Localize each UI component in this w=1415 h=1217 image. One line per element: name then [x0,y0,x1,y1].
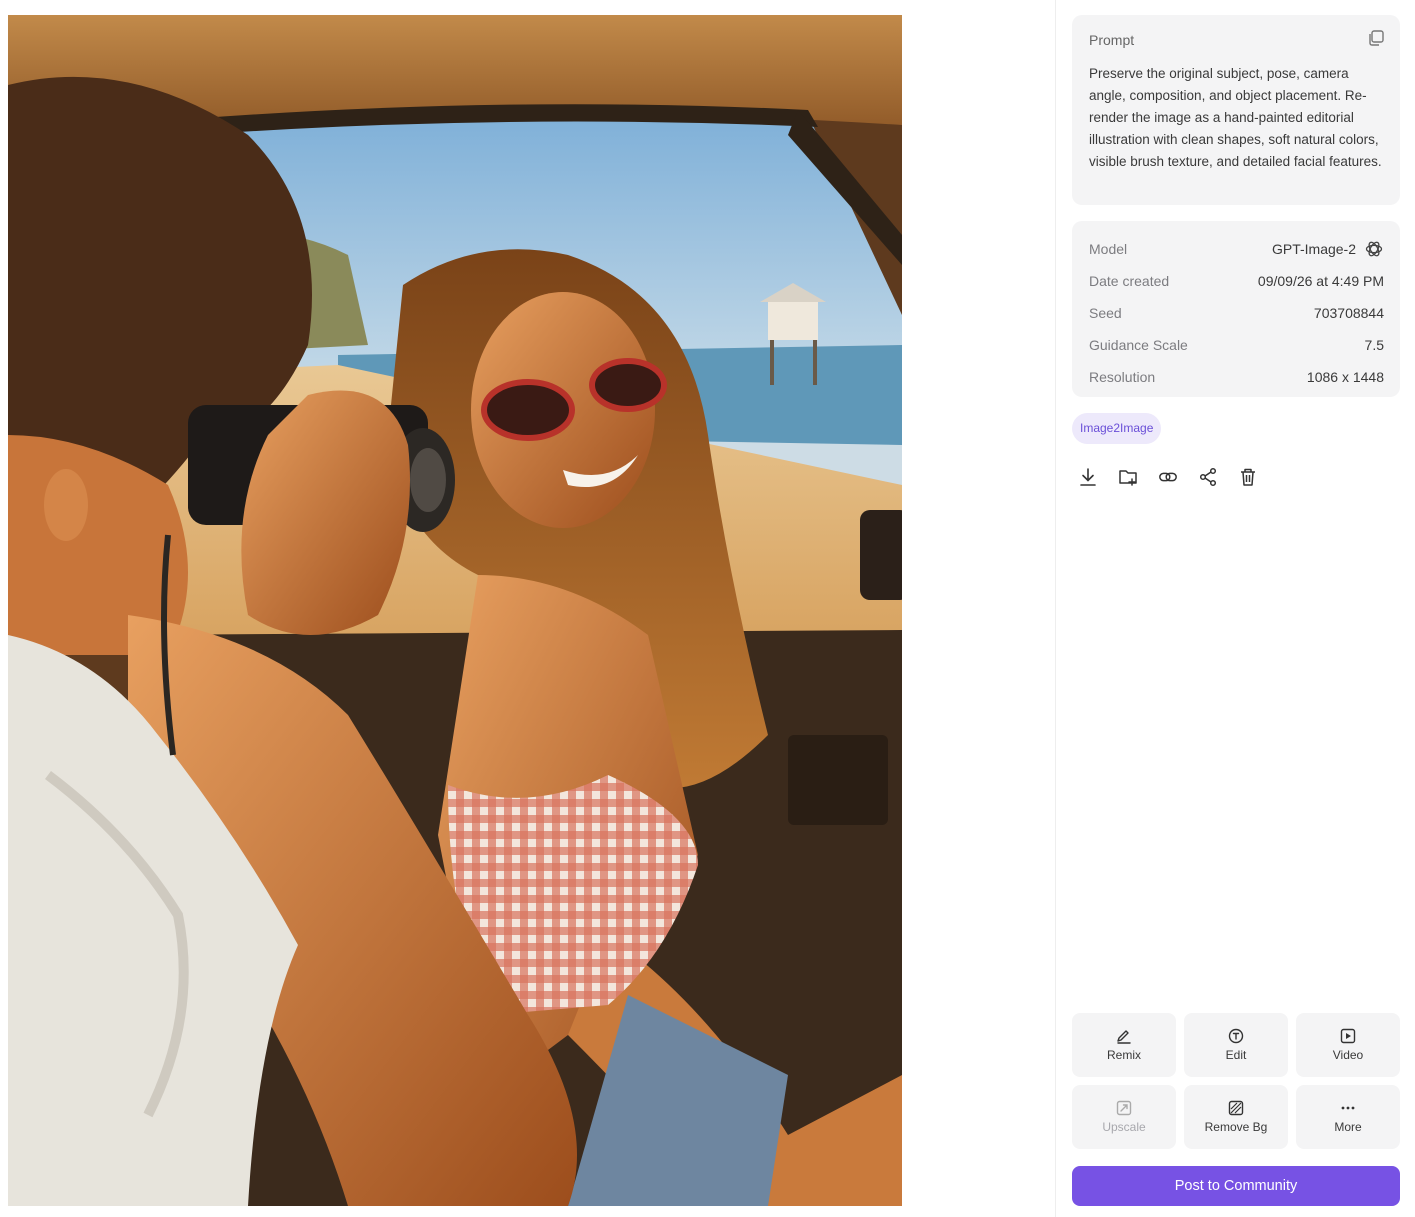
remove-bg-button[interactable]: Remove Bg [1184,1085,1288,1149]
tool-grid: Remix Edit Video Upscale Remove Bg More [1072,1013,1400,1149]
model-label: Model [1089,241,1128,257]
share-button[interactable] [1198,466,1218,488]
post-to-community-button[interactable]: Post to Community [1072,1166,1400,1206]
resolution-value: 1086 x 1448 [1306,369,1384,385]
add-to-folder-icon [1119,470,1137,486]
date-value: 09/09/26 at 4:49 PM [1257,273,1384,289]
remix-icon [1117,1030,1131,1044]
remix-label: Remix [1106,1048,1141,1062]
seed-value: 703708844 [1313,305,1384,321]
painting-illustration [8,15,902,1206]
remove-background-icon [1228,1100,1244,1116]
more-button[interactable]: More [1296,1085,1400,1149]
mode-tag: Image2Image [1072,413,1162,444]
copy-icon [1369,30,1384,46]
edit-label: Edit [1225,1048,1247,1062]
remix-button[interactable]: Remix [1072,1013,1176,1077]
prompt-title: Prompt [1089,32,1135,48]
prompt-card: Prompt Preserve the original subject, po… [1072,15,1400,205]
upscale-icon [1116,1100,1132,1116]
meta-row-date: Date created 09/09/26 at 4:49 PM [1089,265,1384,297]
video-button[interactable]: Video [1296,1013,1400,1077]
share-icon [1199,467,1217,487]
upscale-button[interactable]: Upscale [1072,1085,1176,1149]
date-label: Date created [1089,273,1170,289]
guidance-value: 7.5 [1364,337,1384,353]
link-icon [1159,472,1177,482]
model-value: GPT-Image-2 [1271,241,1356,257]
add-to-folder-button[interactable] [1118,466,1138,488]
download-button[interactable] [1078,466,1098,488]
more-label: More [1334,1120,1362,1134]
openai-logo-icon [1365,241,1383,257]
meta-row-seed: Seed 703708844 [1089,297,1384,329]
action-icon-bar [1078,466,1258,488]
video-label: Video [1332,1048,1364,1062]
download-icon [1080,468,1096,486]
guidance-label: Guidance Scale [1089,337,1188,353]
delete-button[interactable] [1238,466,1258,488]
more-dots-icon [1341,1106,1355,1110]
generated-image[interactable] [8,15,902,1206]
edit-text-icon [1228,1028,1244,1044]
details-panel: Prompt Preserve the original subject, po… [1055,0,1415,1217]
metadata-card: Model GPT-Image-2 Date created 09/09/26 … [1072,221,1400,397]
remove-bg-label: Remove Bg [1204,1120,1268,1134]
meta-row-model: Model GPT-Image-2 [1089,233,1384,265]
edit-button[interactable]: Edit [1184,1013,1288,1077]
meta-row-resolution: Resolution 1086 x 1448 [1089,361,1384,393]
model-value-group: GPT-Image-2 [1272,239,1384,259]
meta-row-guidance: Guidance Scale 7.5 [1089,329,1384,361]
copy-prompt-button[interactable] [1366,28,1386,48]
resolution-label: Resolution [1089,369,1156,385]
trash-icon [1241,468,1255,486]
upscale-label: Upscale [1102,1120,1146,1134]
prompt-text: Preserve the original subject, pose, cam… [1089,66,1382,169]
video-icon [1340,1028,1356,1044]
seed-label: Seed [1089,305,1122,321]
copy-link-button[interactable] [1158,466,1178,488]
